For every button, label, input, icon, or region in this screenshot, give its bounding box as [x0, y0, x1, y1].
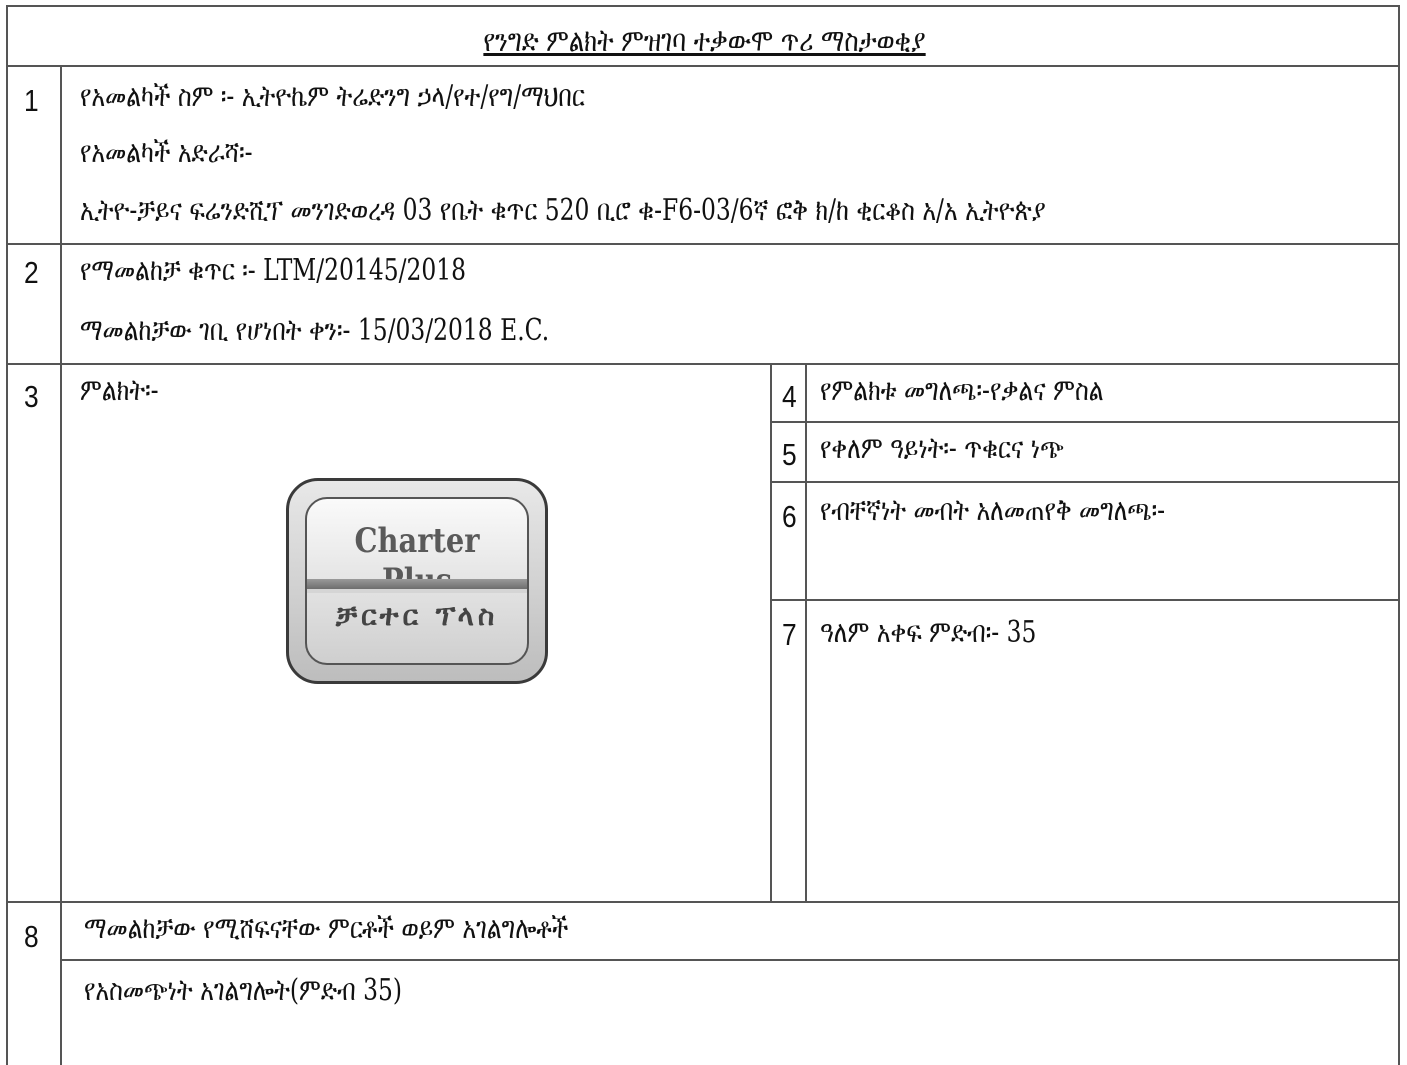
- column-divider: [770, 363, 772, 901]
- row-divider: [8, 901, 1400, 903]
- trademark-logo-stripe-highlight: [307, 589, 527, 593]
- row-number-4: 4: [782, 379, 797, 414]
- international-class: ዓለም አቀፍ ምድብ፡- 35: [820, 615, 1037, 650]
- row-number-2: 2: [24, 255, 39, 290]
- disclaimer-statement: የብቸኛነት መብት አለመጠየቅ መግለጫ፡-: [820, 493, 1166, 528]
- row-number-3: 3: [24, 379, 39, 414]
- filing-date: ማመልከቻው ገቢ የሆነበት ቀን፡- 15/03/2018 E.C.: [80, 313, 550, 348]
- application-number: የማመልከቻ ቁጥር ፡- LTM/20145/2018: [80, 253, 467, 288]
- row-divider: [770, 599, 1400, 601]
- row-number-8: 8: [24, 919, 39, 954]
- mark-description: የምልክቱ መግለጫ፡-የቃልና ምስል: [820, 373, 1104, 408]
- row-divider: [8, 65, 1400, 67]
- row-divider: [8, 363, 1400, 365]
- notice-title: የንግድ ምልክት ምዝገባ ተቃውሞ ጥሪ ማስታወቂያ: [483, 23, 927, 59]
- column-divider: [805, 363, 807, 901]
- row-number-7: 7: [782, 617, 797, 652]
- trademark-logo-stripe: [307, 579, 527, 589]
- trademark-logo: Charter Plus ቻርተር ፕላስ: [286, 478, 548, 684]
- row-number-1: 1: [24, 83, 39, 118]
- mark-label: ምልክት፡-: [80, 373, 159, 408]
- goods-services-heading: ማመልከቻው የሚሸፍናቸው ምርቶች ወይም አገልግሎቶች: [84, 911, 569, 946]
- row-divider: [770, 481, 1400, 483]
- trademark-logo-text-am: ቻርተር ፕላስ: [335, 599, 499, 632]
- row-divider: [61, 959, 1400, 961]
- applicant-name: የአመልካች ስም ፡- ኢትዮኬም ትሬድንግ ኃላ/የተ/የግ/ማህበር: [80, 79, 585, 114]
- number-column-divider: [60, 65, 62, 1065]
- notice-table: የንግድ ምልክት ምዝገባ ተቃውሞ ጥሪ ማስታወቂያ 1 የአመልካች ስ…: [6, 5, 1400, 1065]
- applicant-address-label: የአመልካች አድራሻ፡-: [80, 135, 253, 170]
- row-number-5: 5: [782, 437, 797, 472]
- color-type: የቀለም ዓይነት፡- ጥቁርና ነጭ: [820, 431, 1064, 466]
- trademark-logo-plate: Charter Plus ቻርተር ፕላስ: [305, 497, 529, 665]
- applicant-address: ኢትዮ-ቻይና ፍሬንድሺፕ መንገድወረዳ 03 የቤት ቁጥር 520 ቢሮ…: [80, 193, 1046, 228]
- row-divider: [8, 243, 1400, 245]
- goods-services-list: የአስመጭነት አገልግሎት(ምድብ 35): [84, 973, 403, 1008]
- row-number-6: 6: [782, 499, 797, 534]
- row-divider: [770, 421, 1400, 423]
